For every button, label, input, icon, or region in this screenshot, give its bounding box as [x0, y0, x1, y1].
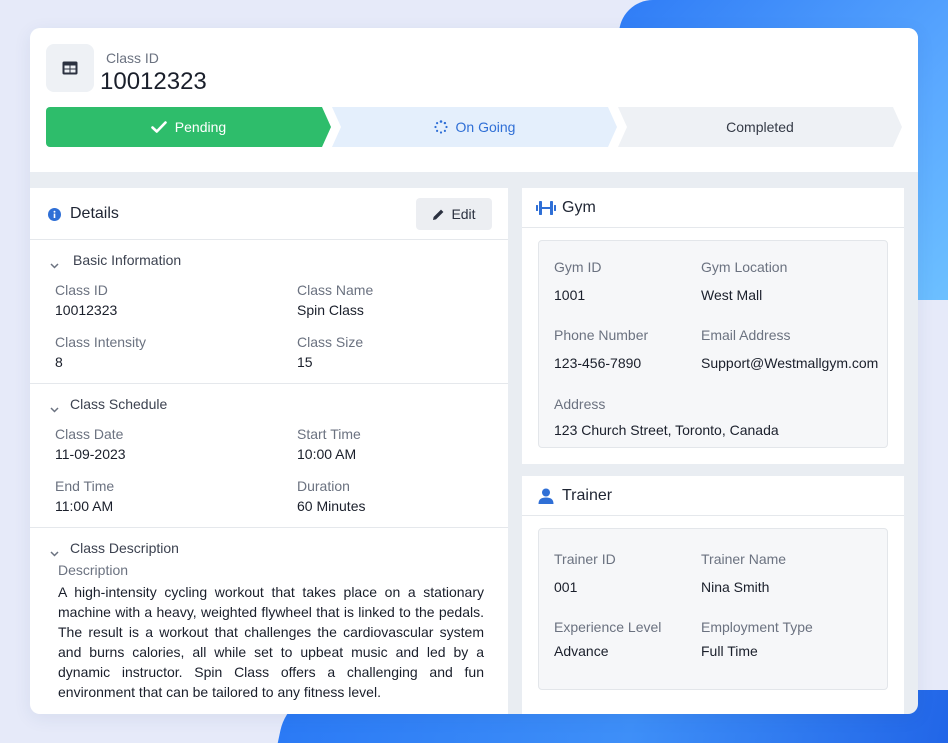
details-header: Details Edit: [30, 188, 508, 240]
table-icon: [46, 44, 94, 92]
field-value: 10012323: [55, 302, 118, 318]
section-title: Class Description: [70, 540, 179, 556]
field-label: Duration: [297, 478, 350, 494]
section-basic-information: Basic Information Class ID 10012323 Clas…: [30, 240, 508, 384]
field-label: Gym Location: [701, 259, 788, 275]
info-icon: [48, 208, 61, 226]
section-class-schedule: Class Schedule Class Date 11-09-2023 Sta…: [30, 384, 508, 528]
step-completed[interactable]: Completed: [618, 107, 902, 147]
edit-button[interactable]: Edit: [416, 198, 492, 230]
class-detail-card: Class ID 10012323 Pending On Going Compl…: [30, 28, 918, 714]
details-title: Details: [70, 205, 119, 222]
spinner-icon: [433, 120, 448, 134]
field-value: 11-09-2023: [55, 446, 126, 462]
section-title: Class Schedule: [70, 396, 168, 412]
section-title: Basic Information: [73, 252, 182, 268]
description-text: A high-intensity cycling workout that ta…: [58, 584, 484, 700]
section-class-description: Class Description Description A high-int…: [30, 528, 508, 714]
field-label: Email Address: [701, 327, 791, 343]
chevron-down-icon[interactable]: [50, 544, 59, 562]
field-label: Description: [58, 562, 129, 578]
field-label: Class Intensity: [55, 334, 147, 350]
gym-info-box: Gym ID 1001 Gym Location West Mall Phone…: [538, 240, 888, 448]
trainer-header: Trainer: [522, 476, 904, 516]
field-label: Class Name: [297, 282, 374, 298]
field-value: West Mall: [701, 287, 763, 303]
chevron-down-icon[interactable]: [50, 256, 59, 274]
field-label: Gym ID: [554, 259, 602, 275]
field-value: 123-456-7890: [554, 355, 642, 371]
class-id-label: Class ID: [106, 50, 159, 66]
gym-header: Gym: [522, 188, 904, 228]
field-value: 8: [55, 354, 63, 370]
field-label: Phone Number: [554, 327, 649, 343]
pencil-icon: [432, 208, 445, 221]
field-label: End Time: [55, 478, 115, 494]
field-label: Address: [554, 396, 606, 412]
field-value: Support@Westmallgym.com: [701, 355, 879, 371]
step-on-going[interactable]: On Going: [332, 107, 617, 147]
dumbbell-icon: [536, 200, 556, 221]
field-label: Experience Level: [554, 619, 662, 635]
user-icon: [538, 488, 554, 509]
field-value: Advance: [554, 643, 609, 659]
details-panel: Details Edit Basic Information Class ID …: [30, 188, 508, 714]
step-completed-label: Completed: [726, 119, 794, 135]
class-id-value: 10012323: [100, 68, 207, 95]
field-label: Start Time: [297, 426, 361, 442]
field-value: Nina Smith: [701, 579, 770, 595]
trainer-info-box: Trainer ID 001 Trainer Name Nina Smith E…: [538, 528, 888, 690]
field-value: 11:00 AM: [55, 498, 114, 514]
step-pending[interactable]: Pending: [46, 107, 331, 147]
field-label: Class Size: [297, 334, 364, 350]
field-value: Spin Class: [297, 302, 364, 318]
class-header: Class ID 10012323 Pending On Going Compl…: [30, 28, 918, 172]
trainer-panel: Trainer Trainer ID 001 Trainer Name Nina…: [522, 476, 904, 714]
status-stepper: Pending On Going Completed: [46, 107, 902, 147]
field-label: Class ID: [55, 282, 108, 298]
field-value: 1001: [554, 287, 586, 303]
chevron-down-icon[interactable]: [50, 400, 59, 418]
field-value: 60 Minutes: [297, 498, 366, 514]
trainer-title: Trainer: [562, 487, 613, 504]
field-value: 15: [297, 354, 313, 370]
field-value: Full Time: [701, 643, 758, 659]
field-label: Trainer ID: [554, 551, 616, 567]
field-value: 10:00 AM: [297, 446, 357, 462]
step-pending-label: Pending: [174, 119, 227, 135]
edit-label: Edit: [451, 206, 476, 222]
field-label: Employment Type: [701, 619, 813, 635]
field-label: Class Date: [55, 426, 124, 442]
field-label: Trainer Name: [701, 551, 787, 567]
step-on-going-label: On Going: [455, 119, 516, 135]
gym-panel: Gym Gym ID 1001 Gym Location West Mall P…: [522, 188, 904, 464]
field-value: 123 Church Street, Toronto, Canada: [554, 422, 779, 438]
check-icon: [150, 121, 167, 133]
gym-title: Gym: [562, 199, 596, 216]
field-value: 001: [554, 579, 578, 595]
